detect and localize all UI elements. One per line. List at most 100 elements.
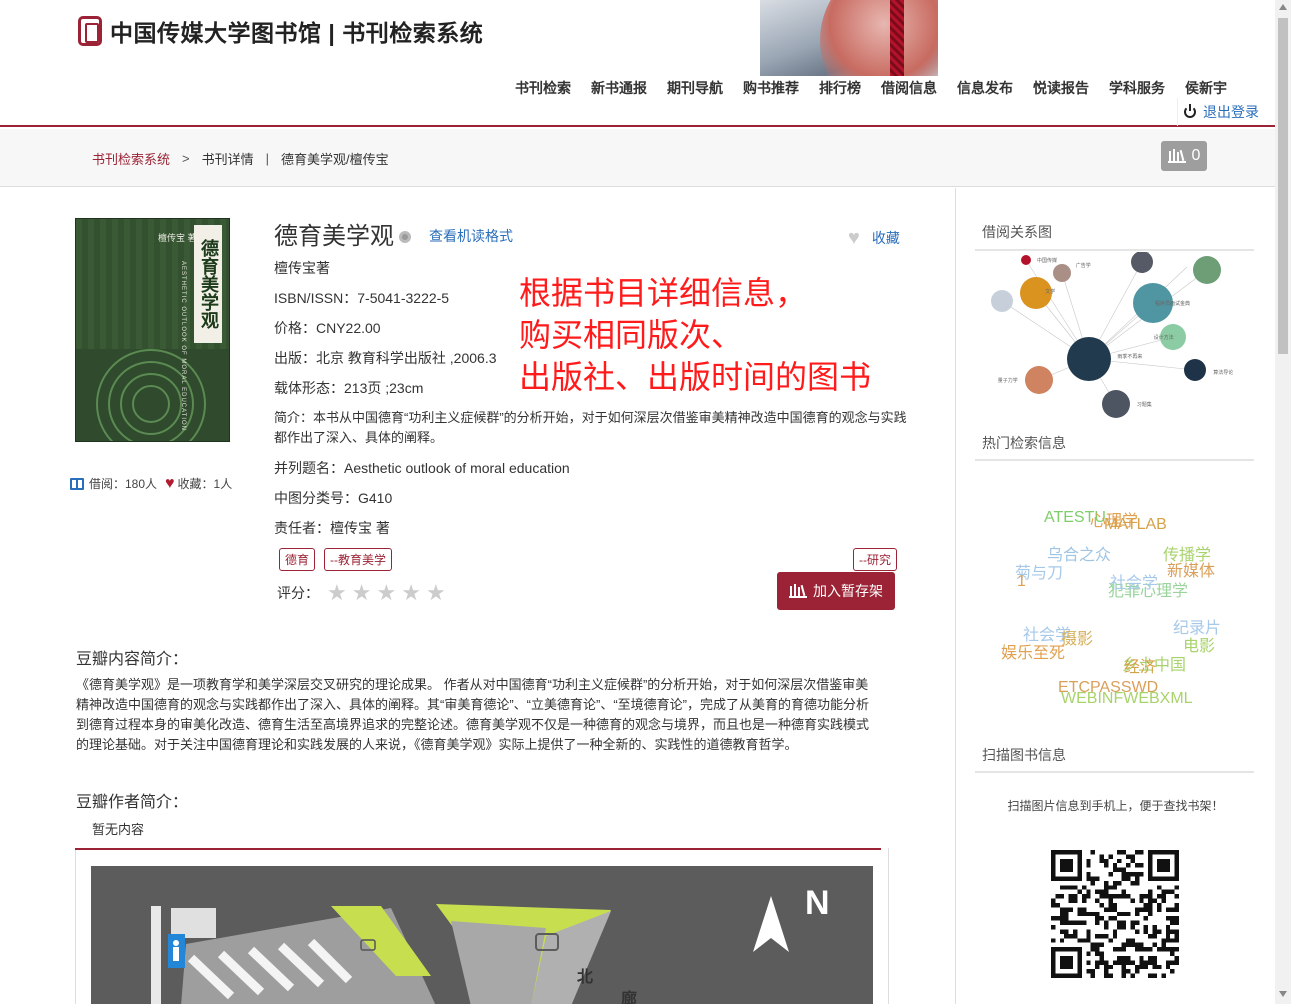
hot-search-word-cloud: ATESTU 心理学 MATLAB 乌合之众 传播学 菊与刀 新媒体 1 社会学 犯罪心理学 纪录片… bbox=[977, 496, 1254, 726]
annotation-line: 出版社、出版时间的图书 bbox=[519, 359, 872, 395]
hot-search-word[interactable]: MATLAB bbox=[1104, 516, 1167, 534]
add-to-shelf-button[interactable]: 加入暂存架 bbox=[777, 572, 895, 610]
nav-item-recommend[interactable]: 购书推荐 bbox=[743, 78, 799, 98]
page: 中国传媒大学图书馆 | 书刊检索系统 书刊检索 新书通报 期刊导航 购书推荐 排… bbox=[0, 0, 1291, 1004]
graph-node-label: 设计方法 bbox=[1154, 334, 1174, 341]
nav-item-announcements[interactable]: 信息发布 bbox=[957, 78, 1013, 98]
graph-node-label: 习题集 bbox=[1137, 401, 1152, 408]
breadcrumb: 书刊检索系统 > 书刊详情 | 德育美学观/檀传宝 bbox=[92, 149, 389, 168]
breadcrumb-divider: | bbox=[265, 151, 270, 166]
page-scrollbar[interactable] bbox=[1275, 0, 1291, 1004]
logout-button[interactable]: 退出登录 bbox=[1177, 98, 1265, 126]
graph-node[interactable] bbox=[1053, 264, 1071, 282]
site-title: 中国传媒大学图书馆 | 书刊检索系统 bbox=[110, 20, 484, 46]
favorite-button[interactable]: ♥ 收藏 bbox=[848, 228, 900, 248]
field-form: 载体形态：213页 ;23cm bbox=[274, 380, 424, 396]
info-dot-icon bbox=[399, 230, 411, 243]
library-logo-icon bbox=[78, 16, 102, 46]
cover-author: 檀传宝 著 bbox=[158, 233, 197, 243]
graph-node-label: 量子力学 bbox=[998, 377, 1018, 384]
hot-search-word[interactable]: 电影 bbox=[1183, 632, 1215, 656]
nav-item-user[interactable]: 侯新宇 bbox=[1185, 78, 1227, 98]
scroll-up-arrow-icon[interactable] bbox=[1279, 4, 1287, 10]
sidebar-rule bbox=[975, 771, 1254, 773]
nav-item-subject-service[interactable]: 学科服务 bbox=[1109, 78, 1165, 98]
graph-node[interactable] bbox=[1102, 390, 1130, 418]
book-open-icon bbox=[70, 477, 84, 490]
douban-author-text: 暂无内容 bbox=[92, 822, 145, 837]
logout-label: 退出登录 bbox=[1203, 104, 1259, 120]
nav-item-borrow-info[interactable]: 借阅信息 bbox=[881, 78, 937, 98]
book-title-row: 德育美学观 查看机读格式 bbox=[274, 216, 513, 251]
nav-item-new-books[interactable]: 新书通报 bbox=[591, 78, 647, 98]
field-author: 檀传宝著 bbox=[274, 260, 330, 276]
graph-node[interactable] bbox=[1021, 255, 1031, 265]
scroll-down-arrow-icon[interactable] bbox=[1279, 991, 1287, 997]
douban-intro-text: 《德育美学观》是一项教育学和美学深层交叉研究的理论成果。 作者从对中国德育“功利… bbox=[76, 677, 870, 752]
main-nav: 书刊检索 新书通报 期刊导航 购书推荐 排行榜 借阅信息 信息发布 悦读报告 学… bbox=[505, 78, 1237, 98]
star-icon[interactable]: ★ bbox=[327, 582, 347, 604]
subject-tag[interactable]: --教育美学 bbox=[324, 548, 393, 571]
star-icon[interactable]: ★ bbox=[376, 582, 396, 604]
graph-node[interactable] bbox=[1067, 337, 1111, 381]
breadcrumb-arrow: > bbox=[182, 151, 190, 166]
bookshelf-icon bbox=[1167, 149, 1186, 163]
nav-item-ranking[interactable]: 排行榜 bbox=[819, 78, 861, 98]
scan-title: 扫描图书信息 bbox=[982, 747, 1066, 763]
breadcrumb-current: 德育美学观/檀传宝 bbox=[281, 152, 389, 167]
graph-node[interactable] bbox=[1184, 359, 1206, 381]
nav-item-journals[interactable]: 期刊导航 bbox=[667, 78, 723, 98]
graph-node-label: 程序员面试金典 bbox=[1155, 300, 1190, 307]
graph-node[interactable] bbox=[1025, 366, 1053, 394]
borrow-relation-graph[interactable]: 中国传媒广告学 传播学文学程序员面试金典设计方法雨季不再来算法导论量子力学习题集 bbox=[977, 252, 1254, 422]
favorite-label: 收藏 bbox=[871, 230, 900, 246]
star-icon[interactable]: ★ bbox=[426, 582, 446, 604]
graph-node-label: 传播学 bbox=[1136, 252, 1151, 254]
nav-item-search[interactable]: 书刊检索 bbox=[515, 78, 571, 98]
collect-count: 收藏：1人 bbox=[177, 477, 233, 491]
hot-search-word[interactable]: 1 bbox=[1017, 573, 1026, 591]
scrollbar-thumb[interactable] bbox=[1278, 18, 1288, 354]
cover-english-title: AESTHETIC OUTLOOK OF MORAL EDUCATION bbox=[180, 261, 186, 432]
book-stats: 借阅：180人 ♥ 收藏：1人 bbox=[70, 475, 232, 492]
graph-node-label: 算法导论 bbox=[1213, 369, 1233, 376]
subject-tag[interactable]: 德育 bbox=[279, 548, 316, 571]
heart-icon: ♥ bbox=[165, 474, 175, 492]
qr-code-image bbox=[1051, 850, 1179, 978]
hot-search-word[interactable]: 社会学 bbox=[1110, 569, 1158, 593]
cover-title: 德育美学观 bbox=[194, 225, 222, 343]
field-responsible: 责任者：檀传宝 著 bbox=[274, 520, 390, 536]
subject-tag[interactable]: --研究 bbox=[853, 548, 897, 571]
sidebar-divider bbox=[955, 188, 956, 1004]
bookshelf-button[interactable]: 0 bbox=[1161, 141, 1207, 171]
nav-item-reading-report[interactable]: 悦读报告 bbox=[1033, 78, 1089, 98]
borrow-graph-title: 借阅关系图 bbox=[982, 224, 1052, 240]
rating-label: 评分： bbox=[277, 585, 319, 601]
bookshelf-icon bbox=[789, 584, 807, 598]
header-banner-image bbox=[760, 0, 938, 76]
library-floor-map[interactable]: N 北 廊 bbox=[91, 866, 873, 1004]
breadcrumb-home-link[interactable]: 书刊检索系统 bbox=[92, 149, 170, 168]
sidebar-rule bbox=[975, 249, 1254, 251]
hot-search-word[interactable]: 摄影 bbox=[1061, 625, 1093, 649]
hot-search-word[interactable]: 娱乐至死 bbox=[1001, 639, 1065, 663]
site-logo[interactable]: 中国传媒大学图书馆 | 书刊检索系统 bbox=[78, 14, 483, 48]
field-publish: 出版：北京 教育科学出版社 ,2006.3 bbox=[274, 350, 497, 366]
hot-search-word[interactable]: 经济 bbox=[1124, 653, 1156, 677]
graph-node-label: 中国传媒 bbox=[1037, 257, 1057, 264]
star-icon[interactable]: ★ bbox=[401, 582, 421, 604]
field-parallel-title: 并列题名：Aesthetic outlook of moral educatio… bbox=[274, 460, 570, 476]
breadcrumb-bar: 书刊检索系统 > 书刊详情 | 德育美学观/檀传宝 0 bbox=[0, 129, 1275, 187]
graph-node[interactable] bbox=[991, 290, 1013, 312]
bookshelf-count: 0 bbox=[1191, 147, 1201, 164]
subject-tags: 德育 --教育美学 bbox=[279, 548, 401, 571]
hot-search-title: 热门检索信息 bbox=[982, 435, 1066, 451]
graph-node[interactable] bbox=[1131, 252, 1153, 273]
star-icon[interactable]: ★ bbox=[352, 582, 372, 604]
marc-format-link[interactable]: 查看机读格式 bbox=[429, 226, 513, 246]
heart-outline-icon: ♥ bbox=[848, 227, 860, 249]
section-divider bbox=[75, 848, 881, 850]
graph-node[interactable] bbox=[1193, 256, 1221, 284]
hot-search-word[interactable]: WEBINFWEBXML bbox=[1061, 690, 1193, 708]
red-annotation: 根据书目详细信息， 购买相同版次、 出版社、出版时间的图书 bbox=[519, 272, 871, 398]
